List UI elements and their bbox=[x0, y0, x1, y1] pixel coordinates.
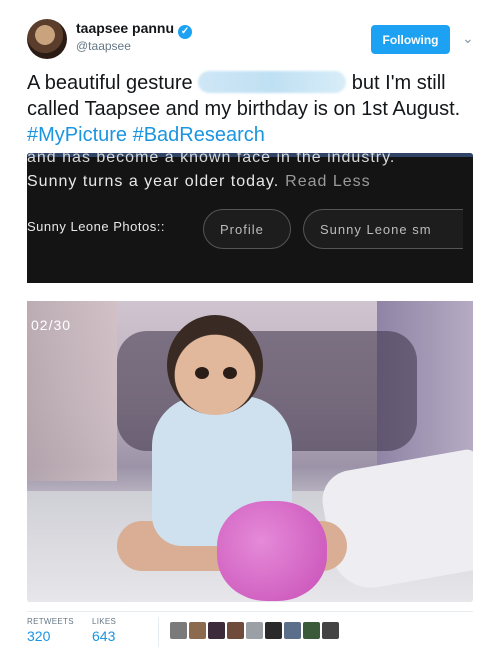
liker-avatars bbox=[170, 622, 339, 639]
user-name[interactable]: taapsee pannu ✓ bbox=[76, 20, 193, 39]
profile-pill: Profile bbox=[203, 209, 291, 249]
blurred-mention[interactable] bbox=[198, 71, 347, 93]
child-photo: 02/30 bbox=[27, 301, 473, 602]
cut-off-text: and has become a known face in the indus… bbox=[27, 153, 396, 166]
avatar[interactable] bbox=[27, 19, 67, 59]
read-less-link: Read Less bbox=[285, 173, 371, 190]
liker-avatar[interactable] bbox=[284, 622, 301, 639]
liker-avatar[interactable] bbox=[246, 622, 263, 639]
screenshot-header-panel: and has become a known face in the indus… bbox=[27, 153, 473, 283]
retweets-count[interactable]: 320 bbox=[27, 628, 50, 644]
chevron-down-icon[interactable]: ⌄ bbox=[462, 30, 476, 46]
photos-label: Sunny Leone Photos:: bbox=[27, 219, 165, 234]
hashtag-badresearch[interactable]: #BadResearch bbox=[133, 124, 265, 146]
liker-avatar[interactable] bbox=[227, 622, 244, 639]
verified-icon: ✓ bbox=[178, 25, 193, 39]
stats-divider bbox=[27, 611, 473, 612]
eye-right bbox=[223, 367, 237, 379]
user-handle[interactable]: @taapsee bbox=[76, 39, 131, 53]
photo-counter: 02/30 bbox=[31, 317, 72, 333]
sunny-leone-pill: Sunny Leone sm bbox=[303, 209, 463, 249]
tweet-text: A beautiful gesture but I'm still called… bbox=[27, 70, 477, 148]
liker-avatar[interactable] bbox=[303, 622, 320, 639]
child-head bbox=[167, 315, 263, 415]
liker-avatar[interactable] bbox=[265, 622, 282, 639]
pink-toy bbox=[217, 501, 327, 601]
caption-line: Sunny turns a year older today. Read Less bbox=[27, 173, 371, 191]
tweet-media-image[interactable]: and has become a known face in the indus… bbox=[27, 153, 473, 602]
hashtag-mypicture[interactable]: #MyPicture bbox=[27, 124, 127, 146]
liker-avatar[interactable] bbox=[170, 622, 187, 639]
stats-separator bbox=[158, 617, 159, 647]
eye-left bbox=[195, 367, 209, 379]
likes-count[interactable]: 643 bbox=[92, 628, 115, 644]
caption-text: Sunny turns a year older today. bbox=[27, 173, 280, 190]
retweets-label: RETWEETS bbox=[27, 617, 74, 626]
tweet-text-before: A beautiful gesture bbox=[27, 72, 199, 94]
following-button[interactable]: Following bbox=[371, 25, 450, 54]
likes-label: LIKES bbox=[92, 617, 117, 626]
pillow bbox=[317, 448, 473, 594]
gap bbox=[27, 283, 473, 301]
liker-avatar[interactable] bbox=[208, 622, 225, 639]
liker-avatar[interactable] bbox=[322, 622, 339, 639]
user-name-text: taapsee pannu bbox=[76, 20, 175, 36]
liker-avatar[interactable] bbox=[189, 622, 206, 639]
